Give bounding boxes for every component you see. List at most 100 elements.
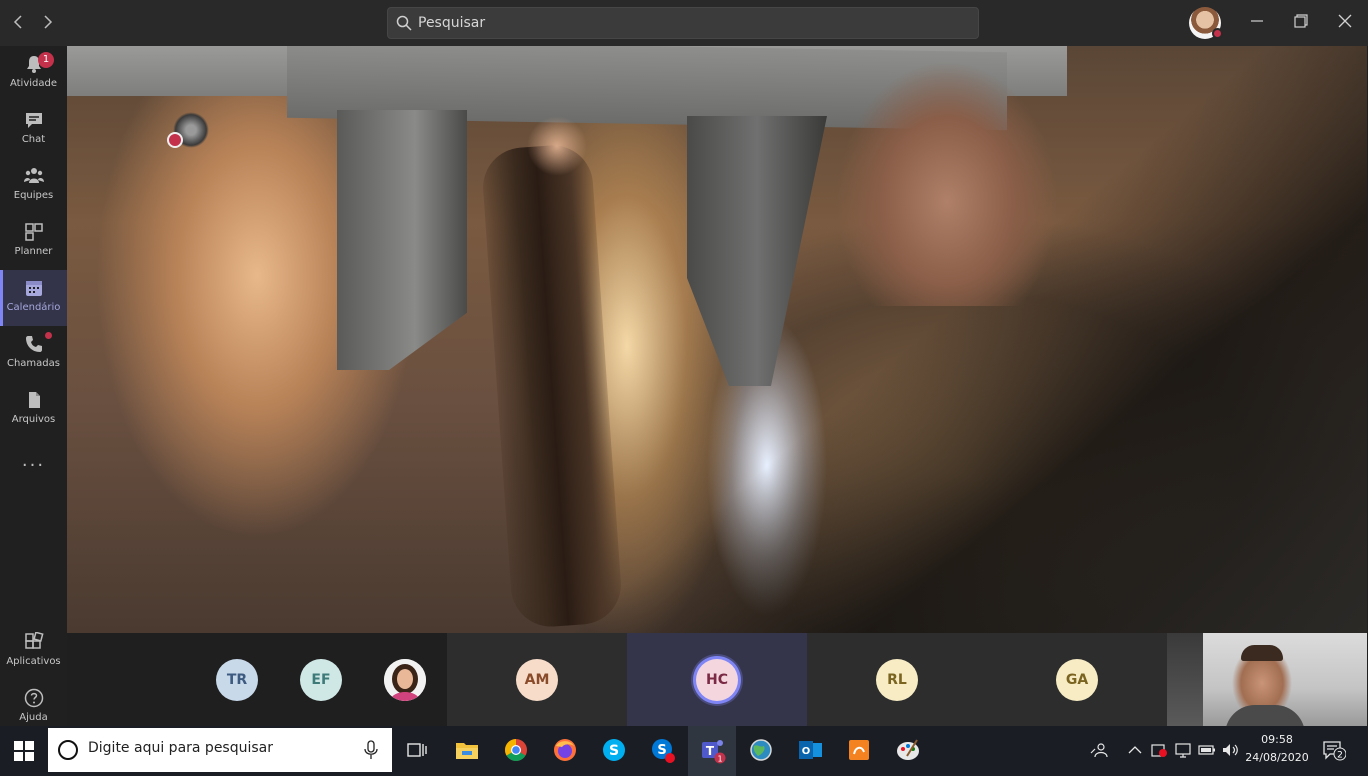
firefox-icon[interactable]: [550, 734, 580, 766]
profile-avatar[interactable]: [1189, 7, 1223, 39]
microphone-icon[interactable]: [364, 740, 378, 760]
participant-avatar-rl: RL: [876, 659, 918, 701]
help-icon: [24, 688, 44, 708]
participant-tile-am[interactable]: AM: [447, 633, 627, 726]
search-input[interactable]: [418, 8, 968, 38]
rail-item-label: Planner: [14, 246, 53, 257]
presence-status-icon: [1212, 28, 1223, 39]
windows-start-icon[interactable]: [14, 741, 34, 761]
planner-icon: [25, 223, 43, 241]
self-body: [1225, 705, 1305, 726]
participant-tile-ga[interactable]: GA: [987, 633, 1167, 726]
participant-avatar-photo[interactable]: [384, 659, 426, 701]
people-icon[interactable]: [1090, 740, 1108, 760]
close-icon: [1338, 14, 1352, 28]
weld-bead: [480, 142, 624, 630]
skype-icon[interactable]: S: [599, 734, 629, 766]
rail-item-label: Calendário: [6, 302, 61, 313]
search-bar[interactable]: [387, 7, 979, 39]
teams-window: 1 Atividade Chat Equipes Planner Calendá…: [0, 0, 1368, 776]
svg-text:O: O: [802, 746, 811, 757]
file-icon: [29, 392, 40, 408]
file-explorer-icon[interactable]: [452, 734, 482, 766]
pdf-app-icon[interactable]: [844, 734, 874, 766]
windows-taskbar: Digite aqui para pesquisar S S T1 O 09:5…: [0, 726, 1368, 776]
forward-button[interactable]: [37, 12, 57, 32]
system-clock[interactable]: 09:58 24/08/2020: [1244, 731, 1310, 767]
taskbar-search-placeholder: Digite aqui para pesquisar: [88, 740, 274, 756]
participant-tile-hc[interactable]: HC: [627, 633, 807, 726]
globe-app-icon[interactable]: [746, 734, 776, 766]
rail-item-equipes[interactable]: Equipes: [0, 158, 67, 214]
minimize-button[interactable]: [1242, 8, 1272, 38]
activity-badge: 1: [38, 52, 54, 68]
title-bar: [0, 0, 1368, 46]
chevron-left-icon: [13, 15, 22, 29]
chevron-right-icon: [44, 15, 53, 29]
apps-icon: [25, 632, 44, 649]
rail-item-label: Chat: [21, 134, 46, 145]
participant-photo: [384, 659, 426, 701]
minimize-icon: [1251, 20, 1263, 22]
participant-avatar-ga: GA: [1056, 659, 1098, 701]
rail-item-aplicativos[interactable]: Aplicativos: [0, 624, 67, 680]
participant-strip: TR EF AM HC RL GA: [67, 633, 1367, 726]
participant-avatar-tr[interactable]: TR: [216, 659, 258, 701]
clock-time: 09:58: [1261, 733, 1293, 746]
skype-business-icon[interactable]: S: [648, 734, 678, 766]
chrome-icon[interactable]: [501, 734, 531, 766]
participant-avatar-am: AM: [516, 659, 558, 701]
app-rail: 1 Atividade Chat Equipes Planner Calendá…: [0, 46, 67, 726]
paint-icon[interactable]: [893, 734, 923, 766]
battery-icon[interactable]: [1198, 740, 1216, 760]
security-alert-icon[interactable]: [1150, 740, 1168, 760]
participant-tile-rl[interactable]: RL: [807, 633, 987, 726]
svg-text:S: S: [657, 743, 666, 758]
rail-item-arquivos[interactable]: Arquivos: [0, 382, 67, 438]
fingertip: [527, 116, 587, 176]
caliper-jaw-left: [337, 110, 467, 370]
maximize-button[interactable]: [1286, 8, 1316, 38]
network-icon[interactable]: [1174, 740, 1192, 760]
back-button[interactable]: [9, 12, 29, 32]
show-hidden-icons-icon[interactable]: [1126, 740, 1144, 760]
calendar-icon: [26, 281, 42, 296]
rail-item-planner[interactable]: Planner: [0, 214, 67, 270]
more-apps-button[interactable]: ...: [0, 442, 67, 486]
background-shelf: [1167, 633, 1203, 726]
phone-icon: [26, 336, 42, 352]
participant-avatar-hc: HC: [696, 659, 738, 701]
chat-icon: [26, 113, 42, 128]
self-video-preview[interactable]: [1167, 633, 1367, 726]
rail-item-chat[interactable]: Chat: [0, 102, 67, 158]
rail-item-label: Chamadas: [6, 358, 60, 369]
restore-icon: [1294, 14, 1308, 28]
more-icon: ...: [21, 450, 46, 471]
notification-count: 2: [1337, 751, 1343, 761]
rail-item-chamadas[interactable]: Chamadas: [0, 326, 67, 382]
clock-date: 24/08/2020: [1245, 751, 1309, 764]
rail-item-label: Aplicativos: [6, 656, 61, 667]
participant-avatar-ef[interactable]: EF: [300, 659, 342, 701]
shared-video-feed: [67, 46, 1367, 633]
self-hair: [1241, 645, 1283, 661]
outlook-icon[interactable]: O: [795, 734, 825, 766]
rail-item-label: Arquivos: [11, 414, 56, 425]
rail-item-atividade[interactable]: 1 Atividade: [0, 46, 67, 102]
volume-icon[interactable]: [1221, 740, 1239, 760]
rail-item-calendario[interactable]: Calendário: [0, 270, 67, 326]
task-view-icon[interactable]: [402, 734, 432, 766]
caliper-jaw-right: [687, 116, 827, 386]
microsoft-teams-icon[interactable]: T1: [697, 734, 727, 766]
rail-item-label: Ajuda: [19, 712, 48, 723]
svg-text:S: S: [609, 743, 619, 759]
action-center-icon[interactable]: 2: [1322, 739, 1346, 761]
taskbar-search-box[interactable]: Digite aqui para pesquisar: [48, 728, 392, 772]
svg-text:T: T: [706, 744, 715, 758]
search-icon: [396, 15, 412, 31]
teams-icon: [24, 168, 44, 183]
recording-indicator-icon: [167, 132, 183, 148]
close-button[interactable]: [1330, 8, 1360, 38]
calls-notification-dot: [45, 332, 52, 339]
rail-item-label: Atividade: [9, 78, 58, 89]
